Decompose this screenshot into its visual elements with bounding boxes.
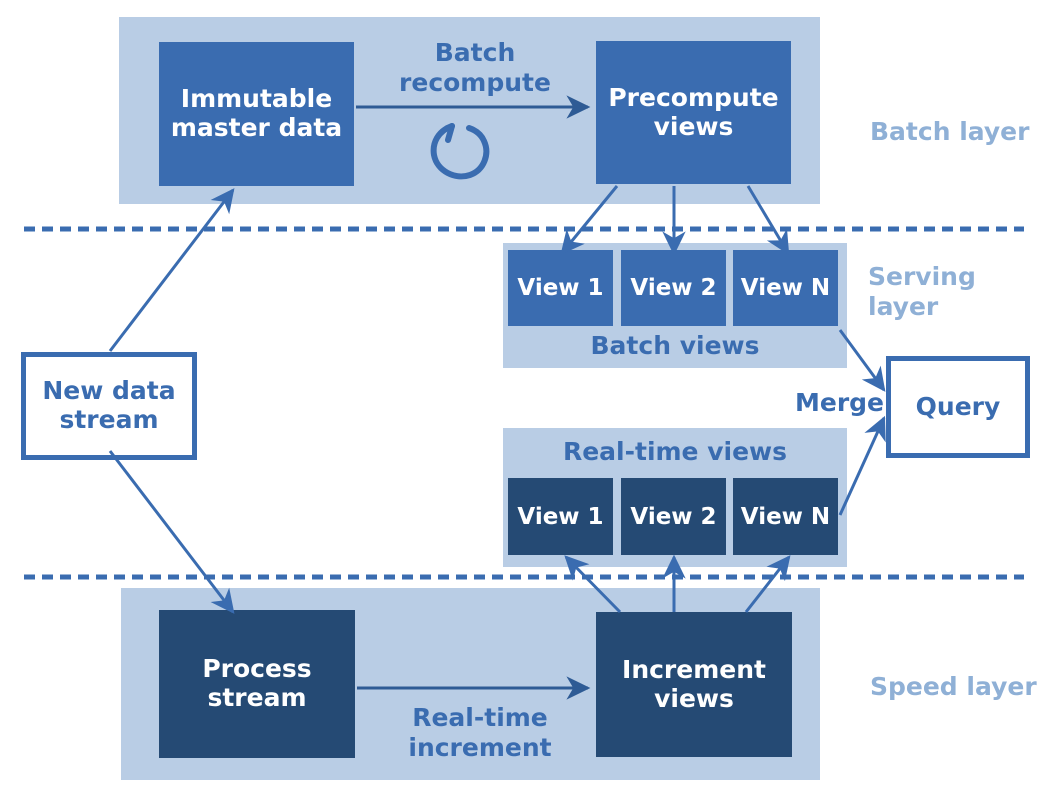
immutable-master-data-box[interactable]: Immutable master data bbox=[159, 42, 354, 186]
increment-views-label-line2: views bbox=[654, 683, 734, 713]
realtime-view-n-box[interactable]: View N bbox=[733, 478, 838, 555]
batch-recompute-label: Batch recompute bbox=[380, 38, 570, 98]
process-stream-box[interactable]: Process stream bbox=[159, 610, 355, 758]
new-data-to-master-arrow bbox=[108, 188, 235, 352]
increment-views-box[interactable]: Increment views bbox=[596, 612, 792, 757]
merge-label: Merge bbox=[795, 388, 885, 417]
realtime-view-1-label: View 1 bbox=[517, 503, 604, 530]
serving-layer-label: Serving layer bbox=[868, 262, 976, 321]
real-time-increment-label-line2: increment bbox=[408, 733, 552, 762]
precompute-views-box[interactable]: Precompute views bbox=[596, 41, 791, 184]
precompute-views-label-line1: Precompute bbox=[608, 82, 779, 112]
new-data-stream-box[interactable]: New data stream bbox=[21, 352, 197, 460]
batch-recompute-label-line2: recompute bbox=[399, 68, 551, 97]
speed-layer-label: Speed layer bbox=[870, 672, 1037, 701]
real-time-increment-label-line1: Real-time bbox=[412, 703, 548, 732]
new-data-stream-label-line1: New data bbox=[42, 376, 176, 406]
precompute-views-label-line2: views bbox=[653, 111, 734, 141]
realtime-view-2-box[interactable]: View 2 bbox=[621, 478, 726, 555]
new-data-stream-label-line2: stream bbox=[59, 405, 159, 434]
batch-view-n-label: View N bbox=[740, 275, 831, 301]
realtime-view-1-box[interactable]: View 1 bbox=[508, 478, 613, 555]
batch-view-1-box[interactable]: View 1 bbox=[508, 250, 613, 326]
increment-views-label-line1: Increment bbox=[622, 654, 766, 684]
batch-view-2-box[interactable]: View 2 bbox=[621, 250, 726, 326]
batch-views-title: Batch views bbox=[590, 331, 760, 360]
real-time-views-title: Real-time views bbox=[562, 437, 788, 466]
query-label: Query bbox=[915, 391, 1001, 421]
batch-view-1-label: View 1 bbox=[517, 275, 604, 301]
diagram-canvas: Immutable master data Precompute views B… bbox=[0, 0, 1046, 804]
immutable-master-data-label-line2: master data bbox=[170, 113, 343, 142]
batch-layer-label: Batch layer bbox=[870, 117, 1030, 146]
immutable-master-data-label-line1: Immutable bbox=[180, 84, 333, 114]
batch-recompute-label-line1: Batch bbox=[434, 38, 516, 67]
process-stream-label-line2: stream bbox=[207, 683, 307, 712]
real-time-increment-label: Real-time increment bbox=[380, 703, 580, 763]
realtime-view-n-label: View N bbox=[740, 503, 831, 530]
process-stream-label-line1: Process bbox=[202, 654, 312, 684]
query-box[interactable]: Query bbox=[886, 356, 1030, 458]
realtime-view-2-label: View 2 bbox=[630, 503, 717, 530]
batch-view-2-label: View 2 bbox=[630, 275, 717, 301]
batch-view-n-box[interactable]: View N bbox=[733, 250, 838, 326]
